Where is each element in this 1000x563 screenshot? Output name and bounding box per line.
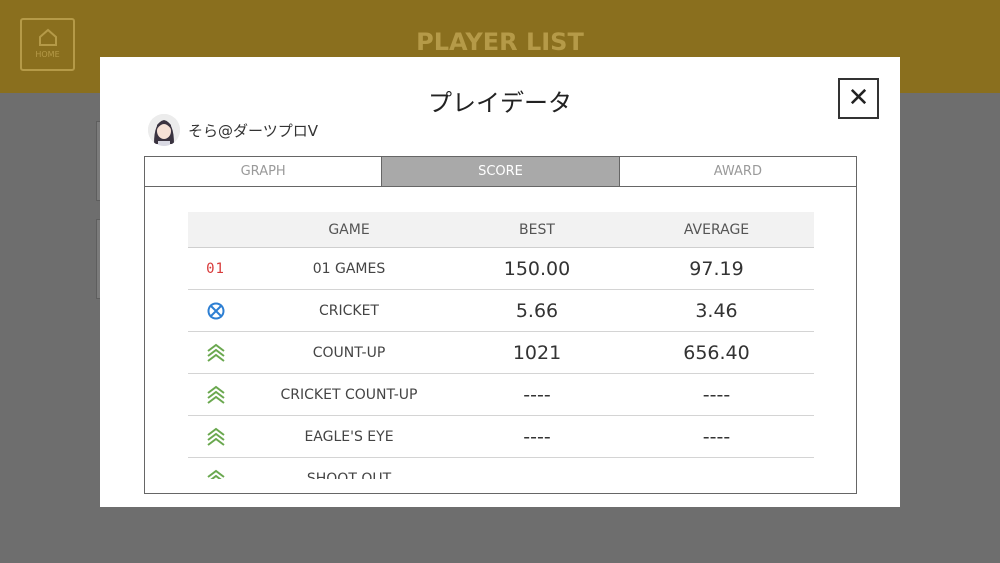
avatar	[148, 114, 180, 146]
01-games-icon: 01	[206, 260, 225, 277]
practice-chevrons-icon	[206, 385, 225, 404]
player-info: そら@ダーツプロV	[148, 113, 318, 147]
average-value: 97.19	[689, 257, 744, 280]
header-average: AVERAGE	[683, 221, 750, 238]
score-table[interactable]: GAME BEST AVERAGE 01 01 GAMES 150.00 97.…	[188, 212, 814, 479]
practice-chevrons-icon	[206, 427, 225, 446]
average-value: ----	[702, 467, 731, 480]
close-button[interactable]: ✕	[838, 78, 879, 119]
best-value: ----	[523, 425, 551, 448]
game-name: EAGLE'S EYE	[304, 428, 394, 445]
tab-graph[interactable]: GRAPH	[145, 157, 381, 186]
practice-chevrons-icon	[206, 343, 225, 362]
average-value: ----	[702, 425, 731, 448]
page-title: PLAYER LIST	[416, 28, 584, 56]
table-row: EAGLE'S EYE ---- ----	[188, 416, 814, 458]
header-game: GAME	[328, 221, 370, 238]
play-data-modal: プレイデータ ✕ そら@ダーツプロV GRAPH SCORE AWARD GAM…	[100, 57, 900, 507]
best-value: 1021	[512, 341, 562, 364]
tab-bar: GRAPH SCORE AWARD	[145, 157, 856, 187]
average-value: ----	[702, 383, 731, 406]
avatar-image	[148, 114, 180, 146]
best-value: ----	[523, 467, 551, 480]
data-panel: GRAPH SCORE AWARD GAME BEST AVERAGE 01 0…	[144, 156, 857, 494]
game-name: COUNT-UP	[312, 344, 386, 361]
game-name: 01 GAMES	[312, 260, 386, 277]
game-name: CRICKET	[319, 302, 379, 319]
game-name: SHOOT OUT	[306, 470, 392, 480]
cricket-icon	[207, 302, 224, 319]
header-best: BEST	[519, 221, 555, 238]
best-value: 150.00	[503, 257, 571, 280]
table-row: 01 01 GAMES 150.00 97.19	[188, 248, 814, 290]
player-name: そら@ダーツプロV	[188, 121, 318, 140]
best-value: 5.66	[515, 299, 559, 322]
table-header: GAME BEST AVERAGE	[188, 212, 814, 248]
best-value: ----	[523, 383, 551, 406]
table-row: SHOOT OUT ---- ----	[188, 458, 814, 479]
table-row: CRICKET 5.66 3.46	[188, 290, 814, 332]
tab-award[interactable]: AWARD	[618, 157, 856, 186]
average-value: 3.46	[695, 299, 738, 322]
practice-chevrons-icon	[206, 469, 225, 479]
game-name: CRICKET COUNT-UP	[280, 386, 418, 403]
tab-score[interactable]: SCORE	[381, 157, 619, 186]
table-row: COUNT-UP 1021 656.40	[188, 332, 814, 374]
table-row: CRICKET COUNT-UP ---- ----	[188, 374, 814, 416]
average-value: 656.40	[683, 341, 750, 364]
